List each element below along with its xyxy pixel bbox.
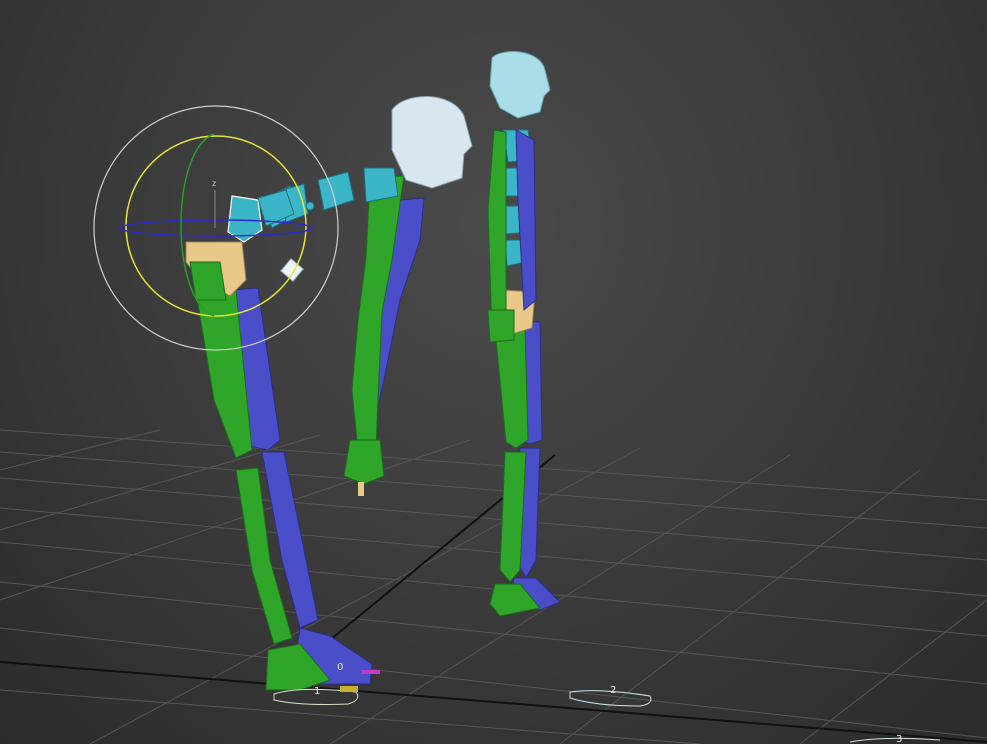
footstep-2[interactable]: 2 [569, 685, 652, 707]
rotate-gizmo-x-ring[interactable] [119, 219, 313, 237]
biped-back-left-hand[interactable] [487, 309, 515, 343]
biped-back-right-arm[interactable] [515, 129, 537, 312]
biped-back-head[interactable] [489, 51, 551, 119]
3d-viewport[interactable]: z 0 1 2 3 [0, 0, 987, 744]
ground-axis-line [0, 661, 987, 743]
footstep-label: 1 [314, 686, 320, 697]
gizmo-axis-label: z [212, 179, 216, 188]
biped-middle[interactable] [261, 96, 473, 496]
biped-front[interactable] [185, 189, 373, 691]
biped-middle-left-hand[interactable] [343, 439, 385, 485]
biped-back-left-arm[interactable] [487, 129, 507, 335]
biped-middle-head[interactable] [391, 96, 473, 189]
footstep-label: 2 [610, 685, 616, 696]
viewport-scene[interactable]: z 0 1 2 3 [0, 0, 987, 744]
footstep-label: 3 [896, 734, 902, 744]
ground-grid [0, 429, 987, 744]
biped-front-pivot-marker [280, 258, 304, 282]
biped-back[interactable] [487, 51, 561, 617]
footstep-label: 0 [337, 662, 343, 673]
biped-front-hip-green[interactable] [189, 261, 227, 301]
biped-middle-finger [358, 482, 364, 496]
